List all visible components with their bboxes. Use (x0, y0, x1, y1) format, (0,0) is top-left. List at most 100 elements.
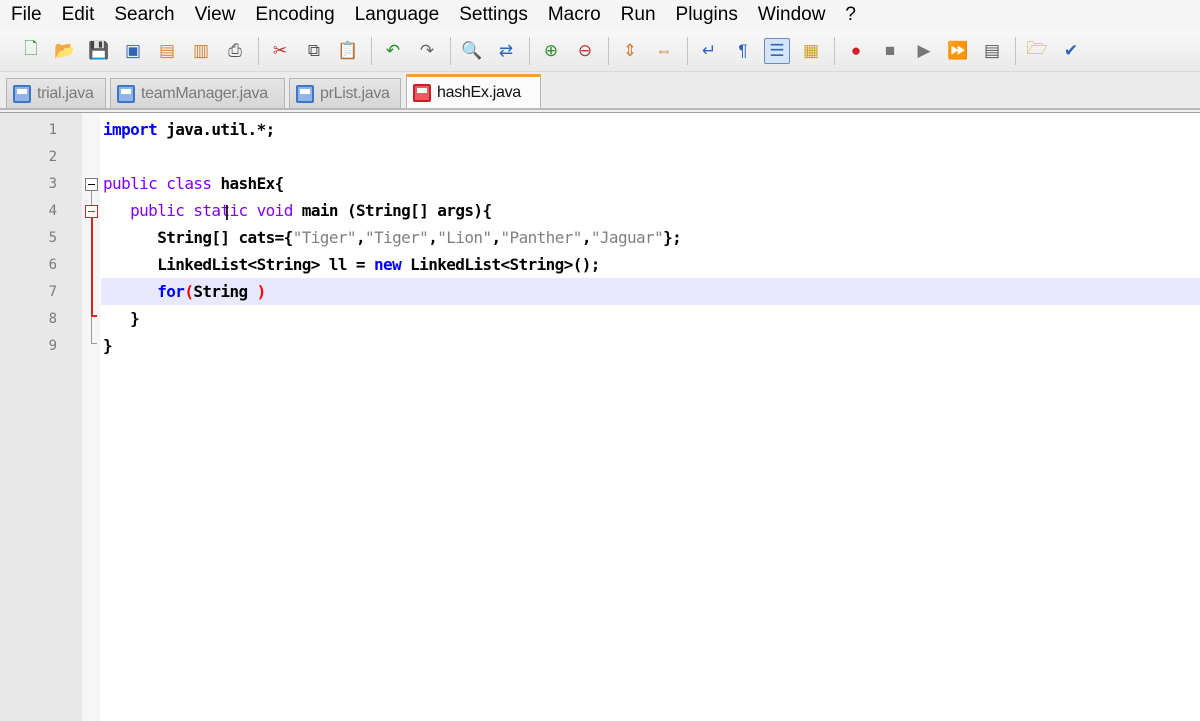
fold-collapse-icon[interactable] (85, 178, 98, 191)
indent-guide-icon[interactable]: ☰ (764, 37, 790, 64)
line-number: 1 (48, 122, 57, 138)
word-wrap-icon[interactable]: ↵ (696, 38, 722, 64)
save-all-icon[interactable]: ▣ (120, 38, 146, 64)
tab-label: prList.java (320, 84, 390, 102)
string-literal: "Jaguar" (590, 228, 664, 247)
record-macro-icon[interactable]: ● (843, 38, 869, 64)
toolbar-separator (608, 36, 609, 65)
code-text: main (String[] args){ (292, 201, 492, 220)
code-line-8[interactable]: } (103, 309, 140, 328)
view-in-browser-icon[interactable]: 🗁 (1024, 38, 1050, 64)
string-literal: "Tiger" (364, 228, 429, 247)
code-text: String[] cats={ (157, 228, 293, 247)
toolbar-separator (529, 36, 530, 65)
close-icon[interactable]: ▤ (154, 38, 180, 64)
line-number: 7 (48, 284, 57, 300)
spell-check-icon[interactable]: ✔ (1058, 38, 1084, 64)
tab-prlist-java[interactable]: prList.java (289, 78, 401, 108)
code-text: hashEx{ (211, 174, 284, 193)
code-line-5[interactable]: String[] cats={"Tiger","Tiger","Lion","P… (103, 228, 682, 247)
menu-bar: File Edit Search View Encoding Language … (0, 0, 1200, 30)
code-text: String (193, 282, 257, 301)
line-number: 4 (48, 203, 57, 219)
save-icon[interactable]: 💾 (86, 38, 112, 64)
keyword: import (103, 120, 158, 139)
text-cursor-icon: I (224, 201, 230, 225)
code-line-7[interactable]: for(String ) (103, 282, 266, 301)
menu-macro[interactable]: Macro (538, 0, 611, 30)
print-icon[interactable]: ⎙ (222, 38, 248, 64)
fold-line-active (91, 218, 93, 316)
toolbar: 🗋 📂 💾 ▣ ▤ ▥ ⎙ ✂ ⧉ 📋 ↶ ↷ 🔍 ⇄ ⊕ ⊖ ⇕ ⇔ ↵ ¶ … (0, 30, 1200, 72)
stop-record-icon[interactable]: ■ (877, 38, 903, 64)
toolbar-separator (687, 36, 688, 65)
zoom-out-icon[interactable]: ⊖ (572, 38, 598, 64)
undo-icon[interactable]: ↶ (380, 38, 406, 64)
show-all-chars-icon[interactable]: ¶ (730, 38, 756, 64)
zoom-in-icon[interactable]: ⊕ (538, 38, 564, 64)
line-number: 6 (48, 257, 57, 273)
code-line-1[interactable]: import java.util.*; (103, 120, 275, 139)
menu-run[interactable]: Run (611, 0, 666, 30)
play-macro-icon[interactable]: ▶ (911, 38, 937, 64)
run-macro-multiple-icon[interactable]: ⏩ (945, 38, 971, 64)
menu-file[interactable]: File (0, 0, 52, 30)
replace-icon[interactable]: ⇄ (493, 38, 519, 64)
sync-horizontal-icon[interactable]: ⇔ (651, 38, 677, 64)
find-icon[interactable]: 🔍 (459, 38, 485, 64)
menu-settings[interactable]: Settings (449, 0, 538, 30)
copy-icon[interactable]: ⧉ (301, 38, 327, 64)
code-line-6[interactable]: LinkedList<String> ll = new LinkedList<S… (103, 255, 600, 274)
menu-view[interactable]: View (185, 0, 246, 30)
current-line-highlight (101, 278, 1200, 305)
code-line-3[interactable]: public class hashEx{ (103, 174, 284, 193)
toolbar-separator (450, 36, 451, 65)
menu-language[interactable]: Language (345, 0, 450, 30)
brace-match: ( (184, 282, 194, 301)
fold-collapse-icon[interactable] (85, 205, 98, 218)
menu-encoding[interactable]: Encoding (245, 0, 344, 30)
new-file-icon[interactable]: 🗋 (18, 38, 44, 64)
cut-icon[interactable]: ✂ (267, 38, 293, 64)
comma: , (428, 228, 438, 247)
toolbar-separator (834, 36, 835, 65)
line-number: 5 (48, 230, 57, 246)
fold-end-marker (91, 343, 97, 344)
tab-label: hashEx.java (437, 83, 521, 101)
code-line-4[interactable]: public static void main (String[] args){ (103, 201, 492, 220)
keyword: public (130, 201, 185, 220)
toolbar-separator (371, 36, 372, 65)
brace-match: ) (256, 282, 267, 301)
comma: , (355, 228, 366, 247)
paste-icon[interactable]: 📋 (335, 38, 361, 64)
tab-hashex-java[interactable]: hashEx.java (406, 74, 541, 108)
user-language-icon[interactable]: ▦ (798, 38, 824, 64)
menu-plugins[interactable]: Plugins (666, 0, 748, 30)
tab-teammanager-java[interactable]: teamManager.java (110, 78, 285, 108)
redo-icon[interactable]: ↷ (414, 38, 440, 64)
menu-window[interactable]: Window (748, 0, 836, 30)
saved-file-icon (13, 84, 31, 103)
open-file-icon[interactable]: 📂 (52, 38, 78, 64)
code-text: }; (663, 228, 682, 247)
save-macro-icon[interactable]: ▤ (979, 38, 1005, 64)
code-editor[interactable]: 1 2 3 4 5 6 7 8 9 import java.util.*; pu… (0, 112, 1200, 721)
comma: , (491, 228, 501, 247)
tab-label: trial.java (37, 84, 94, 102)
code-text: LinkedList<String>(); (401, 255, 600, 274)
code-line-9[interactable]: } (103, 336, 113, 355)
sync-vertical-icon[interactable]: ⇕ (617, 38, 643, 64)
tab-trial-java[interactable]: trial.java (6, 78, 106, 108)
menu-edit[interactable]: Edit (52, 0, 105, 30)
menu-help[interactable]: ? (835, 0, 866, 30)
menu-search[interactable]: Search (104, 0, 184, 30)
keyword: void (256, 201, 294, 220)
saved-file-icon (296, 84, 314, 103)
close-all-icon[interactable]: ▥ (188, 38, 214, 64)
keyword: for (157, 282, 185, 301)
fold-margin (82, 113, 100, 721)
